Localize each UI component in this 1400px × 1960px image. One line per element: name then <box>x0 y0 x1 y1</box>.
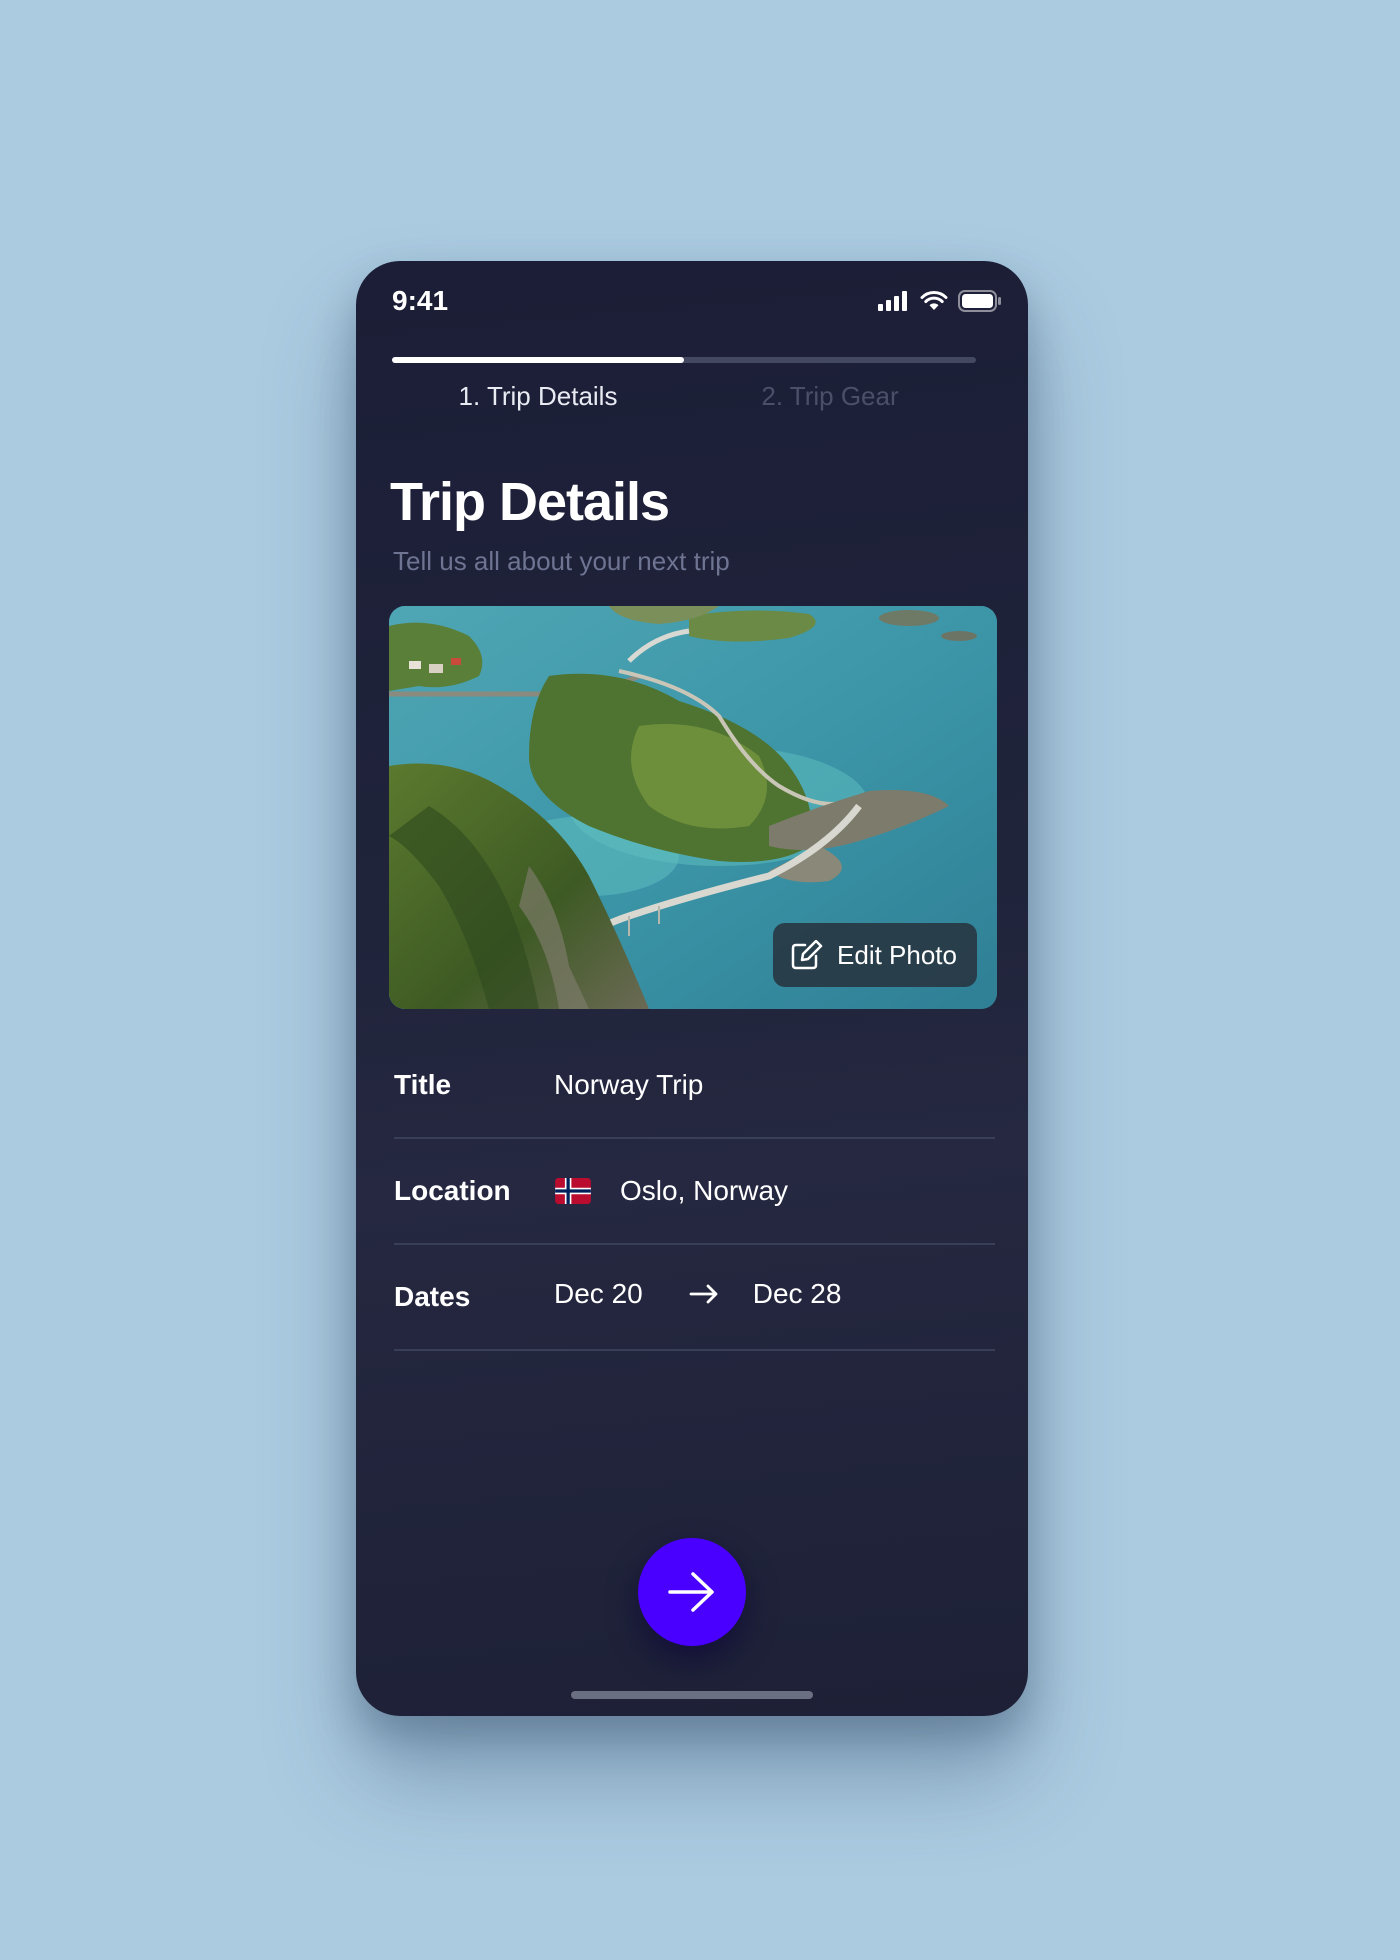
battery-icon <box>958 290 1001 312</box>
title-label: Title <box>394 1069 452 1100</box>
arrow-right-icon <box>668 1572 714 1612</box>
tab-trip-gear[interactable]: 2. Trip Gear <box>684 381 976 412</box>
arrow-right-icon <box>689 1284 719 1304</box>
page-subtitle: Tell us all about your next trip <box>393 546 730 576</box>
norway-flag-icon <box>555 1178 591 1204</box>
tab-trip-details[interactable]: 1. Trip Details <box>392 381 684 412</box>
title-value[interactable]: Norway Trip <box>554 1069 703 1101</box>
edit-photo-button[interactable]: Edit Photo <box>773 923 977 987</box>
dates-field[interactable]: Dates Dec 20 Dec 28 <box>394 1245 995 1351</box>
next-button[interactable] <box>638 1538 746 1646</box>
status-icons <box>878 290 1002 312</box>
location-field[interactable]: Location Oslo, Norway <box>394 1139 995 1245</box>
trip-photo: Edit Photo <box>389 606 997 1009</box>
page-title: Trip Details <box>390 472 670 532</box>
start-date[interactable]: Dec 20 <box>554 1278 643 1310</box>
location-label: Location <box>394 1175 511 1206</box>
title-field[interactable]: Title Norway Trip <box>394 1033 995 1139</box>
cellular-signal-icon <box>878 291 907 311</box>
progress-fill <box>392 357 684 363</box>
location-value[interactable]: Oslo, Norway <box>620 1175 788 1207</box>
edit-photo-label: Edit Photo <box>837 939 957 970</box>
home-indicator[interactable] <box>571 1691 813 1699</box>
wifi-icon <box>920 291 948 310</box>
edit-pencil-icon <box>791 940 823 970</box>
date-range: Dec 20 Dec 28 <box>554 1278 841 1310</box>
progress-track <box>392 357 976 363</box>
phone-screen: 9:41 1. Trip Details 2. Trip Gear Trip D… <box>356 261 1028 1716</box>
status-time: 9:41 <box>392 285 449 316</box>
dates-label: Dates <box>394 1281 471 1312</box>
end-date[interactable]: Dec 28 <box>753 1278 842 1310</box>
